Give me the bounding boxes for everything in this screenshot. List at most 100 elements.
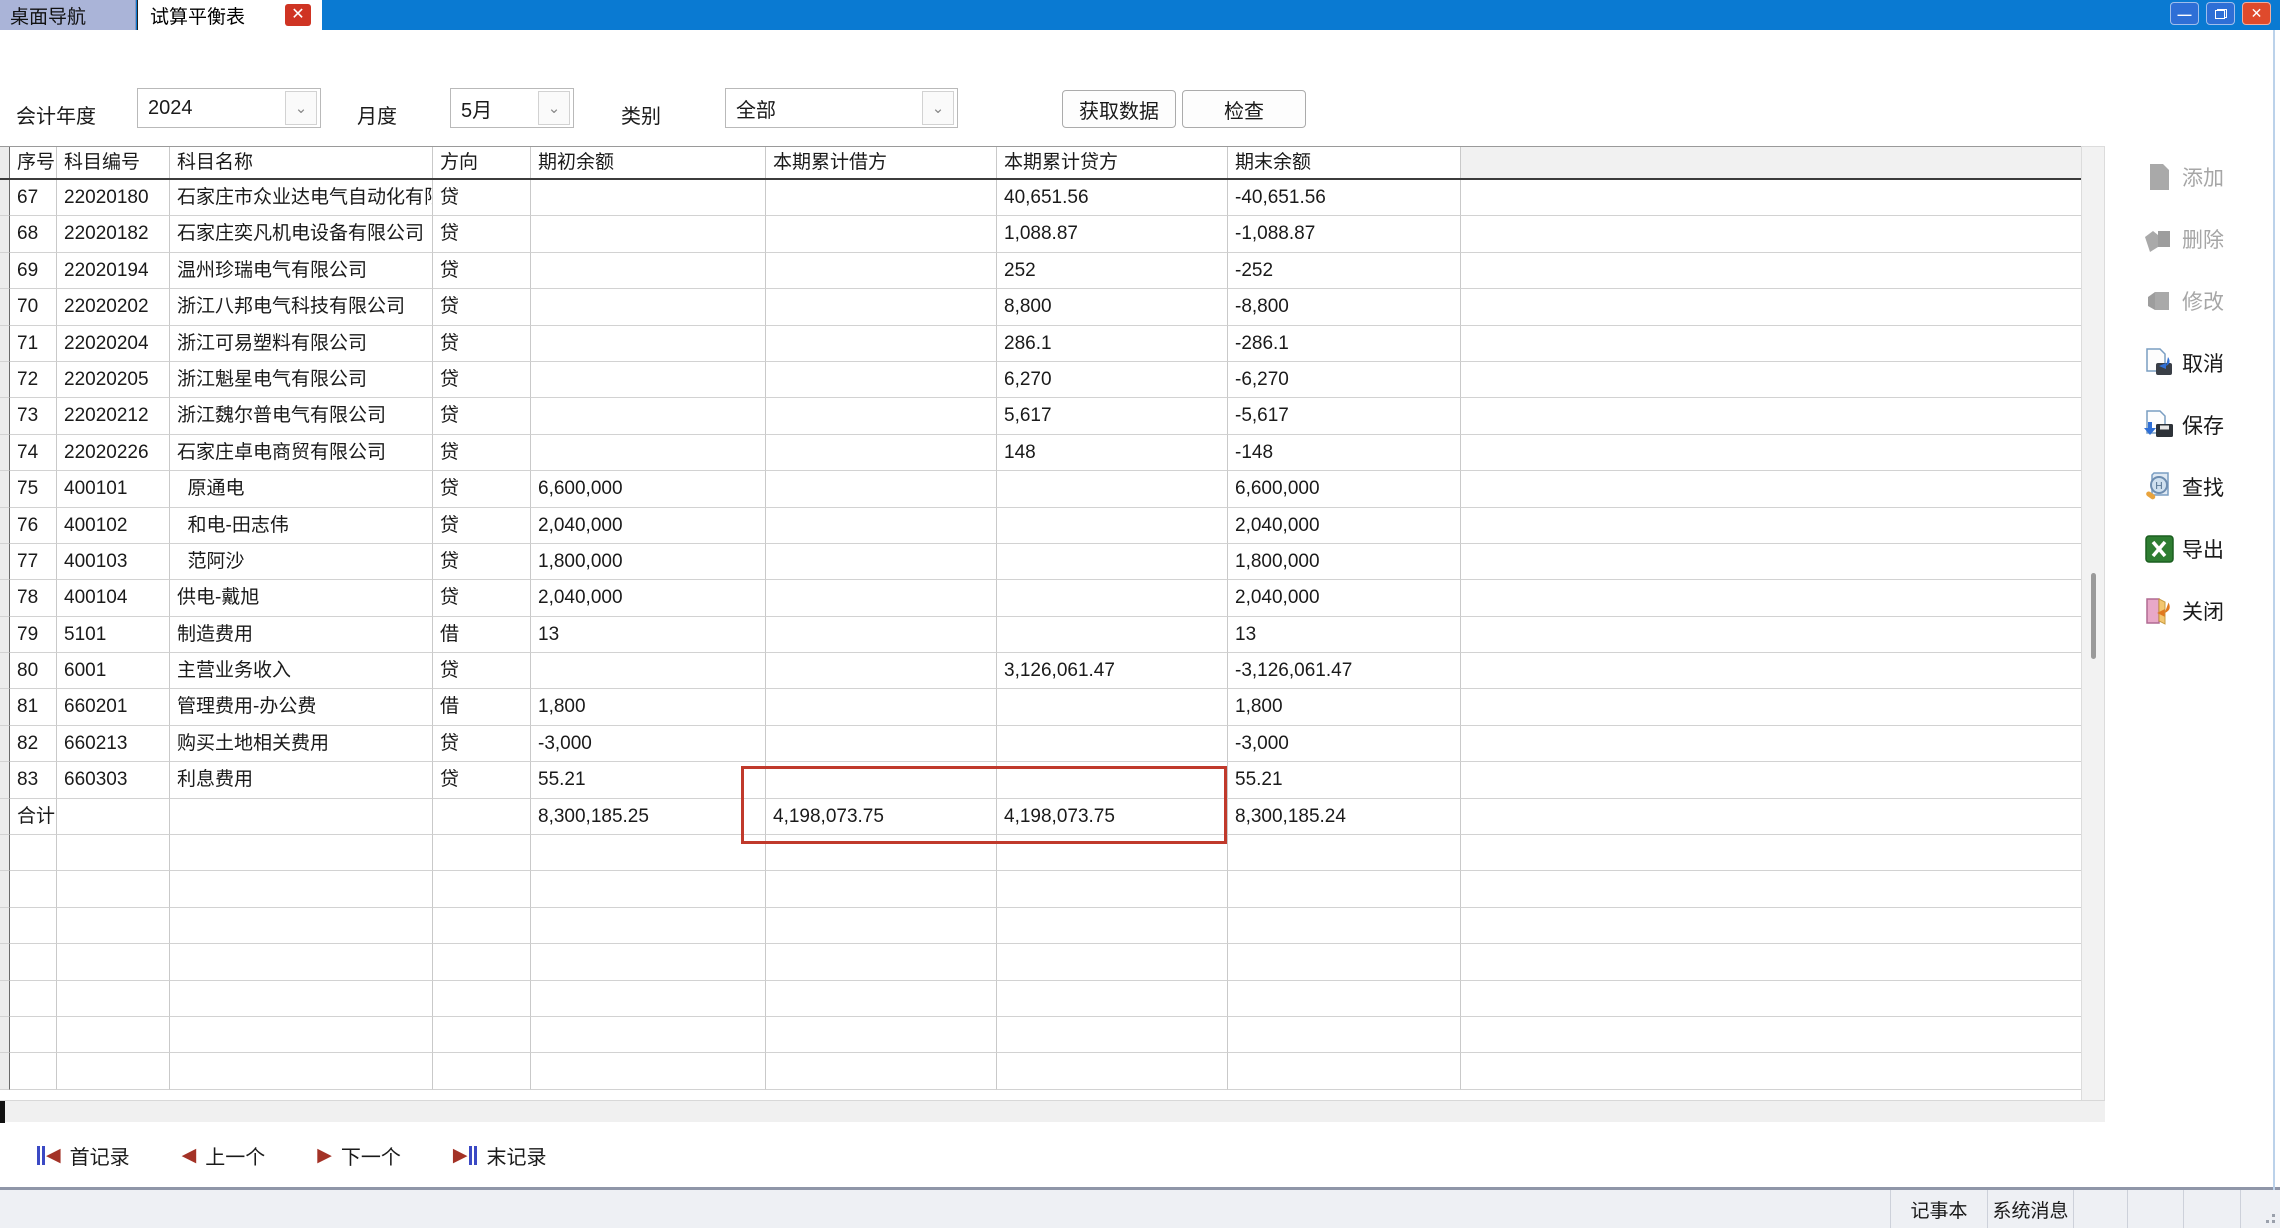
category-select[interactable]: 全部 ⌄ [725, 88, 958, 128]
table-row[interactable] [0, 981, 2081, 1017]
status-system-messages[interactable]: 系统消息 [1987, 1190, 2073, 1228]
restore-icon[interactable] [2206, 2, 2235, 25]
tab-desktop-navigation[interactable]: 桌面导航 [0, 0, 136, 30]
column-header[interactable]: 科目编号 [57, 147, 170, 178]
row-selector[interactable] [0, 471, 10, 507]
row-selector[interactable] [0, 981, 10, 1017]
row-selector[interactable] [0, 216, 10, 252]
table-row[interactable]: 76400102 和电-田志伟贷2,040,0002,040,000 [0, 508, 2081, 544]
row-selector[interactable] [0, 326, 10, 362]
row-selector[interactable] [0, 147, 10, 178]
table-cell: 77 [10, 544, 57, 580]
table-cell: 8,300,185.24 [1228, 799, 1461, 835]
next-record-button[interactable]: ▶ 下一个 [317, 1141, 401, 1170]
table-row[interactable] [0, 944, 2081, 980]
vertical-scrollbar[interactable] [2081, 146, 2105, 1103]
table-row[interactable]: 75400101 原通电贷6,600,0006,600,000 [0, 471, 2081, 507]
horizontal-scrollbar-thumb[interactable] [0, 1101, 5, 1123]
close-icon[interactable]: ✕ [2242, 2, 2271, 25]
column-header[interactable]: 本期累计贷方 [997, 147, 1228, 178]
row-selector[interactable] [0, 726, 10, 762]
chevron-down-icon[interactable]: ⌄ [285, 91, 317, 125]
row-selector[interactable] [0, 908, 10, 944]
table-row[interactable]: 7122020204浙江可易塑料有限公司贷286.1-286.1 [0, 326, 2081, 362]
column-header[interactable]: 科目名称 [170, 147, 433, 178]
previous-record-button[interactable]: ◀ 上一个 [182, 1141, 266, 1170]
table-cell: 浙江可易塑料有限公司 [170, 326, 433, 362]
column-header[interactable]: 期末余额 [1228, 147, 1461, 178]
chevron-down-icon[interactable]: ⌄ [922, 91, 954, 125]
close-form-button[interactable]: 关闭 [2142, 592, 2224, 630]
table-cell [170, 1053, 433, 1089]
table-cell [531, 1017, 766, 1053]
month-select[interactable]: 5月 ⌄ [450, 88, 574, 128]
table-row[interactable]: 7022020202浙江八邦电气科技有限公司贷8,800-8,800 [0, 289, 2081, 325]
table-row[interactable]: 7222020205浙江魁星电气有限公司贷6,270-6,270 [0, 362, 2081, 398]
table-cell [1228, 835, 1461, 871]
row-selector[interactable] [0, 653, 10, 689]
fetch-data-button[interactable]: 获取数据 [1062, 90, 1176, 128]
table-row[interactable] [0, 908, 2081, 944]
row-selector[interactable] [0, 689, 10, 725]
table-row[interactable]: 81660201管理费用-办公费借1,8001,800 [0, 689, 2081, 725]
last-record-button[interactable]: ▶ 末记录 [453, 1141, 547, 1170]
vertical-scrollbar-thumb[interactable] [2091, 573, 2096, 659]
row-selector[interactable] [0, 1053, 10, 1089]
horizontal-scrollbar[interactable] [0, 1100, 2105, 1122]
column-header[interactable]: 本期累计借方 [766, 147, 997, 178]
row-selector[interactable] [0, 835, 10, 871]
resize-grip-icon[interactable] [2240, 1190, 2280, 1228]
cancel-button[interactable]: 取消 [2142, 344, 2224, 382]
column-header[interactable]: 序号 [10, 147, 57, 178]
table-cell: -6,270 [1228, 362, 1461, 398]
row-selector[interactable] [0, 544, 10, 580]
table-cell [10, 835, 57, 871]
row-selector[interactable] [0, 580, 10, 616]
table-row[interactable]: 7322020212浙江魏尔普电气有限公司贷5,617-5,617 [0, 398, 2081, 434]
table-cell [997, 726, 1228, 762]
check-button[interactable]: 检查 [1182, 90, 1306, 128]
row-selector[interactable] [0, 362, 10, 398]
row-selector[interactable] [0, 617, 10, 653]
chevron-down-icon[interactable]: ⌄ [538, 91, 570, 125]
table-row[interactable]: 806001主营业务收入贷3,126,061.47-3,126,061.47 [0, 653, 2081, 689]
column-header[interactable]: 期初余额 [531, 147, 766, 178]
column-header[interactable]: 方向 [433, 147, 531, 178]
filler-cell [1461, 289, 2081, 325]
table-cell: -252 [1228, 253, 1461, 289]
table-cell [57, 799, 170, 835]
row-selector[interactable] [0, 762, 10, 798]
find-button[interactable]: H 查找 [2142, 468, 2224, 506]
table-row[interactable] [0, 1053, 2081, 1089]
table-row[interactable]: 7422020226石家庄卓电商贸有限公司贷148-148 [0, 435, 2081, 471]
status-cell [2073, 1190, 2127, 1228]
table-row[interactable]: 78400104供电-戴旭贷2,040,0002,040,000 [0, 580, 2081, 616]
table-cell: 5,617 [997, 398, 1228, 434]
table-row[interactable]: 795101制造费用借1313 [0, 617, 2081, 653]
table-row[interactable] [0, 871, 2081, 907]
row-selector[interactable] [0, 871, 10, 907]
table-row[interactable]: 6922020194温州珍瑞电气有限公司贷252-252 [0, 253, 2081, 289]
row-selector[interactable] [0, 253, 10, 289]
row-selector[interactable] [0, 398, 10, 434]
row-selector[interactable] [0, 289, 10, 325]
row-selector[interactable] [0, 944, 10, 980]
table-row[interactable]: 6722020180石家庄市众业达电气自动化有限公贷40,651.56-40,6… [0, 180, 2081, 216]
row-selector[interactable] [0, 180, 10, 216]
table-row[interactable]: 77400103 范阿沙贷1,800,0001,800,000 [0, 544, 2081, 580]
table-cell [10, 908, 57, 944]
row-selector[interactable] [0, 1017, 10, 1053]
tab-close-icon[interactable]: ✕ [285, 4, 311, 26]
minimize-icon[interactable]: — [2170, 2, 2199, 25]
first-record-button[interactable]: ◀ 首记录 [36, 1141, 130, 1170]
status-notepad[interactable]: 记事本 [1890, 1190, 1987, 1228]
table-row[interactable]: 82660213购买土地相关费用贷-3,000-3,000 [0, 726, 2081, 762]
export-button[interactable]: 导出 [2142, 530, 2224, 568]
table-row[interactable]: 6822020182石家庄奕凡机电设备有限公司贷1,088.87-1,088.8… [0, 216, 2081, 252]
row-selector[interactable] [0, 799, 10, 835]
table-row[interactable] [0, 1017, 2081, 1053]
save-button[interactable]: 保存 [2142, 406, 2224, 444]
row-selector[interactable] [0, 435, 10, 471]
fiscal-year-select[interactable]: 2024 ⌄ [137, 88, 321, 128]
row-selector[interactable] [0, 508, 10, 544]
